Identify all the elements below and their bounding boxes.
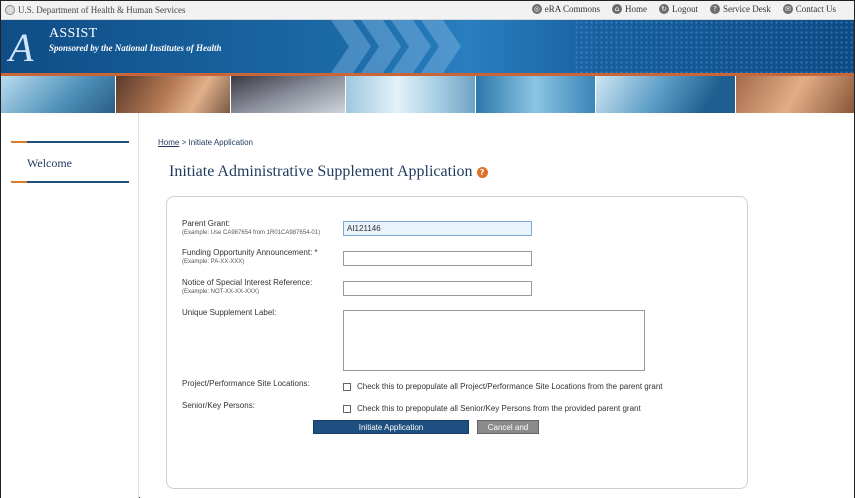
site-locations-row: Check this to prepopulate all Project/Pe…: [343, 382, 663, 391]
nosi-example: (Example: NOT-XX-XX-XXX): [182, 289, 260, 295]
sidebar-welcome[interactable]: Welcome: [27, 156, 72, 171]
globe-icon: ◎: [531, 4, 542, 14]
foa-label-group: Funding Opportunity Announcement: * (Exa…: [182, 248, 318, 265]
logout-icon: ↻: [659, 4, 670, 14]
foa-example: (Example: PA-XX-XXX): [182, 259, 245, 265]
parent-grant-label-group: Parent Grant: (Example: Use CA987654 fro…: [182, 219, 320, 236]
service-desk-link[interactable]: ? Service Desk: [710, 4, 771, 14]
header-banner: A ASSIST Sponsored by the National Insti…: [1, 20, 854, 73]
site-locations-checkbox[interactable]: [343, 382, 351, 391]
era-commons-label: eRA Commons: [544, 4, 601, 14]
cancel-and-clear-button[interactable]: Cancel and Clear: [477, 420, 539, 446]
brand: ASSIST Sponsored by the National Institu…: [49, 26, 222, 53]
breadcrumb-home-link[interactable]: Home: [158, 138, 179, 147]
banner-chevrons: [331, 20, 591, 73]
header-photo-strip: [1, 76, 854, 113]
contact-us-label: Contact Us: [795, 4, 836, 14]
app-title: ASSIST: [49, 26, 98, 41]
hhs-label: U.S. Department of Health & Human Servic…: [18, 5, 186, 15]
home-label: Home: [625, 4, 648, 14]
site-locations-checkbox-text: Check this to prepopulate all Project/Pe…: [357, 382, 663, 391]
parent-grant-label: Parent Grant:: [182, 219, 231, 228]
main-content: Home > Initiate Application Initiate Adm…: [140, 113, 854, 498]
top-utility-bar: U.S. Department of Health & Human Servic…: [1, 1, 854, 20]
sidebar: Welcome: [1, 113, 139, 498]
foa-label: Funding Opportunity Announcement: *: [182, 248, 318, 257]
contact-us-link[interactable]: ✉ Contact Us: [782, 4, 836, 14]
key-persons-checkbox-text: Check this to prepopulate all Senior/Key…: [357, 404, 641, 413]
logout-label: Logout: [672, 4, 699, 14]
era-commons-link[interactable]: ◎ eRA Commons: [531, 4, 601, 14]
home-link[interactable]: ⌂ Home: [612, 4, 647, 14]
form-panel: Parent Grant: (Example: Use CA987654 fro…: [166, 196, 748, 489]
help-icon: ?: [710, 4, 721, 14]
nosi-label-group: Notice of Special Interest Reference: (E…: [182, 278, 312, 295]
page-title-row: Initiate Administrative Supplement Appli…: [169, 163, 488, 181]
key-persons-label: Senior/Key Persons:: [182, 401, 255, 410]
banner-dot-pattern: [574, 20, 854, 73]
assist-logo[interactable]: A: [9, 28, 47, 68]
glassware-photo: [346, 76, 476, 113]
logout-link[interactable]: ↻ Logout: [659, 4, 698, 14]
hand-photo: [736, 76, 854, 113]
service-desk-label: Service Desk: [723, 4, 771, 14]
parent-grant-input[interactable]: AI121146: [343, 221, 532, 236]
key-persons-checkbox[interactable]: [343, 404, 351, 413]
supplement-label: Unique Supplement Label:: [182, 308, 277, 317]
hands-photo: [116, 76, 231, 113]
supplement-label-group: Unique Supplement Label:: [182, 308, 276, 317]
site-locations-label: Project/Performance Site Locations:: [182, 379, 310, 388]
home-icon: ⌂: [612, 4, 623, 14]
initiate-application-button[interactable]: Initiate Application: [313, 420, 469, 434]
keyboard-photo: [231, 76, 346, 113]
foa-input[interactable]: [343, 251, 532, 266]
top-links: ◎ eRA Commons ⌂ Home ↻ Logout ? Service …: [531, 4, 836, 14]
sidebar-top-divider: [11, 141, 129, 143]
key-persons-row: Check this to prepopulate all Senior/Key…: [343, 404, 641, 413]
lab-photo: [1, 76, 116, 113]
hhs-seal-icon: [5, 5, 15, 15]
supplement-label-textarea[interactable]: [343, 310, 645, 371]
beaker-photo: [476, 76, 596, 113]
breadcrumb-separator: >: [181, 138, 187, 147]
sidebar-bottom-divider: [11, 181, 129, 183]
microscope-photo: [596, 76, 736, 113]
nosi-label: Notice of Special Interest Reference:: [182, 278, 313, 287]
app-subtitle: Sponsored by the National Institutes of …: [49, 43, 222, 53]
nosi-input[interactable]: [343, 281, 532, 296]
parent-grant-example: (Example: Use CA987654 from 1R01CA987654…: [182, 230, 321, 236]
hhs-link[interactable]: U.S. Department of Health & Human Servic…: [5, 5, 185, 15]
page-title: Initiate Administrative Supplement Appli…: [169, 163, 473, 180]
contact-icon: ✉: [782, 4, 793, 14]
breadcrumb: Home > Initiate Application: [158, 138, 253, 147]
question-icon[interactable]: ?: [476, 166, 488, 178]
breadcrumb-current: Initiate Application: [188, 138, 253, 147]
